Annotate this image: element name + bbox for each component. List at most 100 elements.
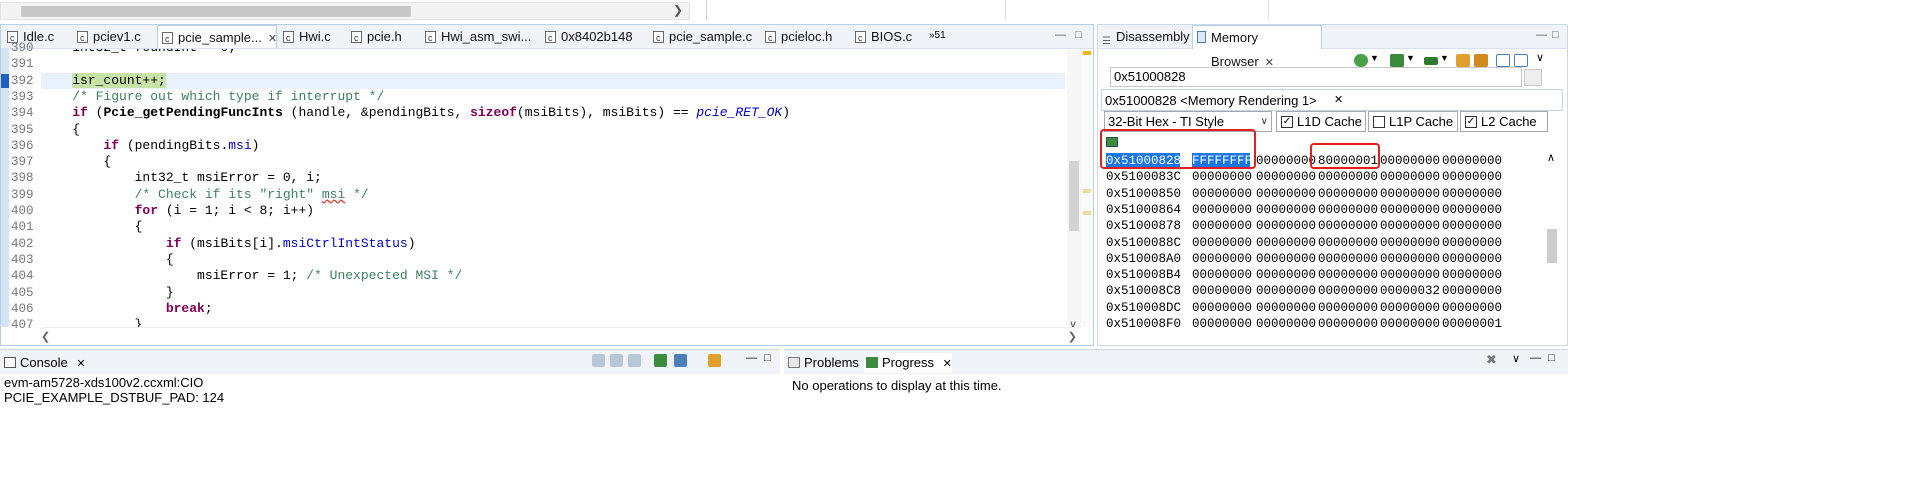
memory-value[interactable]: 00000000 xyxy=(1192,218,1254,234)
memory-value[interactable]: 00000000 xyxy=(1192,169,1254,185)
memory-value[interactable]: 00000000 xyxy=(1256,283,1318,299)
editor-tab[interactable]: pcie.h xyxy=(347,25,417,48)
memory-value[interactable]: 00000000 xyxy=(1380,153,1442,169)
tab-memory-browser[interactable]: Memory Browser ✕ xyxy=(1192,25,1322,69)
overview-mark[interactable] xyxy=(1083,211,1091,215)
memory-value[interactable]: 00000000 xyxy=(1318,316,1380,332)
memory-address[interactable]: 0x5100088C xyxy=(1106,235,1186,251)
clear-console-icon[interactable] xyxy=(592,354,605,367)
memory-value[interactable]: 00000000 xyxy=(1192,186,1254,202)
memory-address[interactable]: 0x51000864 xyxy=(1106,202,1186,218)
memory-value[interactable]: 00000000 xyxy=(1192,283,1254,299)
memory-value[interactable]: 00000001 xyxy=(1442,316,1504,332)
editor-tab[interactable]: pcie_sample.c xyxy=(649,25,757,48)
memory-rendering-tab[interactable]: 0x51000828 <Memory Rendering 1> ✕ xyxy=(1101,89,1563,111)
open-console-icon[interactable] xyxy=(708,354,721,367)
memory-value[interactable]: 00000000 xyxy=(1256,153,1318,169)
code-line[interactable]: { xyxy=(41,122,1065,138)
close-icon[interactable]: ✕ xyxy=(268,33,277,45)
memory-value[interactable]: 00000000 xyxy=(1442,267,1504,283)
code-line[interactable]: /* Check if its "right" msi */ xyxy=(41,187,1065,203)
code-line[interactable]: } xyxy=(41,317,1065,327)
memory-value[interactable]: 00000000 xyxy=(1318,186,1380,202)
l1p-cache-checkbox[interactable]: L1P Cache xyxy=(1368,111,1458,132)
memory-value[interactable]: 00000000 xyxy=(1318,267,1380,283)
memory-value[interactable]: 00000000 xyxy=(1192,251,1254,267)
memory-value[interactable]: 00000000 xyxy=(1318,283,1380,299)
code-line[interactable]: { xyxy=(41,219,1065,235)
editor-tab[interactable]: BIOS.c xyxy=(851,25,927,48)
memory-address-input[interactable]: 0x51000828 xyxy=(1110,67,1522,87)
editor-tab[interactable]: Hwi.c xyxy=(279,25,343,48)
display-console-icon[interactable] xyxy=(674,354,687,367)
memory-value[interactable]: 00000000 xyxy=(1256,316,1318,332)
memory-value[interactable]: 00000000 xyxy=(1256,218,1318,234)
editor-tab[interactable]: pcieloc.h xyxy=(761,25,847,48)
current-code-line[interactable]: isr_count++; xyxy=(41,72,1065,89)
editor-tab[interactable]: 0x8402b148 xyxy=(541,25,645,48)
view-menu-icon[interactable]: ∨ xyxy=(1536,51,1544,64)
pin-console-icon[interactable] xyxy=(654,354,667,367)
code-line[interactable]: /* Figure out which type if interrupt */ xyxy=(41,89,1065,105)
memory-address[interactable]: 0x51000850 xyxy=(1106,186,1186,202)
memory-value[interactable]: 00000000 xyxy=(1380,202,1442,218)
memory-value[interactable]: 00000000 xyxy=(1318,251,1380,267)
scroll-right-icon[interactable]: ❯ xyxy=(1068,330,1077,343)
close-icon[interactable]: ✕ xyxy=(943,358,952,370)
memory-address[interactable]: 0x5100083C xyxy=(1106,169,1186,185)
memory-value[interactable]: 00000000 xyxy=(1442,202,1504,218)
editor-tab[interactable]: Hwi_asm_swi... xyxy=(421,25,537,48)
memory-value[interactable]: 00000000 xyxy=(1442,186,1504,202)
memory-value[interactable]: 00000000 xyxy=(1442,235,1504,251)
memory-address[interactable]: 0x510008C8 xyxy=(1106,283,1186,299)
l1d-cache-checkbox[interactable]: ✓ L1D Cache xyxy=(1276,111,1366,132)
tab-progress[interactable]: Progress ✕ xyxy=(864,353,952,373)
minimize-icon[interactable]: — xyxy=(1536,29,1547,41)
memory-value[interactable]: 00000000 xyxy=(1192,235,1254,251)
dropdown-icon[interactable]: ▼ xyxy=(1370,53,1379,63)
code-line[interactable]: for (i = 1; i < 8; i++) xyxy=(41,203,1065,219)
memory-value[interactable]: 00000000 xyxy=(1256,169,1318,185)
memory-value[interactable]: 00000000 xyxy=(1256,267,1318,283)
memory-value[interactable]: 00000000 xyxy=(1380,251,1442,267)
memory-value[interactable]: 00000000 xyxy=(1256,186,1318,202)
code-line[interactable]: int32_t foundInt = 0; xyxy=(41,49,1065,56)
refresh-icon[interactable] xyxy=(1354,54,1368,67)
tab-disassembly[interactable]: ☰ Disassembly xyxy=(1098,25,1190,49)
scroll-thumb[interactable] xyxy=(21,6,411,17)
code-area[interactable]: int32_t foundInt = 0; isr_count++; /* Fi… xyxy=(41,49,1065,327)
memory-value[interactable]: 00000000 xyxy=(1256,251,1318,267)
tab-overflow-indicator[interactable]: »51 xyxy=(929,25,946,47)
minimize-icon[interactable]: — xyxy=(1530,352,1541,364)
memory-value[interactable]: 00000000 xyxy=(1192,300,1254,316)
tab-problems[interactable]: Problems xyxy=(786,353,859,373)
memory-value[interactable]: 00000000 xyxy=(1318,202,1380,218)
memory-value[interactable]: 00000000 xyxy=(1380,267,1442,283)
overview-mark[interactable] xyxy=(1083,189,1091,193)
memory-address[interactable]: 0x510008B4 xyxy=(1106,267,1186,283)
code-line[interactable]: } xyxy=(41,285,1065,301)
memory-chip-icon[interactable] xyxy=(1424,57,1438,65)
editor-tab[interactable]: pcie_sample... ✕ xyxy=(157,25,277,48)
memory-address[interactable]: 0x510008F0 xyxy=(1106,316,1186,332)
memory-value[interactable]: 00000000 xyxy=(1380,169,1442,185)
memory-value[interactable]: 00000000 xyxy=(1318,218,1380,234)
scroll-up-icon[interactable]: ∧ xyxy=(1547,151,1555,164)
code-line[interactable]: if (Pcie_getPendingFuncInts (handle, &pe… xyxy=(41,105,1065,121)
memory-value[interactable]: 00000000 xyxy=(1380,300,1442,316)
memory-value[interactable]: 00000032 xyxy=(1380,283,1442,299)
memory-value[interactable]: 00000000 xyxy=(1192,316,1254,332)
code-line[interactable]: if (msiBits[i].msiCtrlIntStatus) xyxy=(41,236,1065,252)
code-line[interactable]: if (pendingBits.msi) xyxy=(41,138,1065,154)
memory-value[interactable]: 00000000 xyxy=(1442,300,1504,316)
scroll-lock-icon[interactable] xyxy=(610,354,623,367)
dropdown-icon[interactable]: ▼ xyxy=(1406,53,1415,63)
memory-value[interactable]: 00000000 xyxy=(1256,300,1318,316)
maximize-icon[interactable]: □ xyxy=(1552,29,1559,41)
export-icon[interactable] xyxy=(1474,54,1488,67)
maximize-icon[interactable]: □ xyxy=(764,352,771,364)
memory-value[interactable]: 00000000 xyxy=(1442,218,1504,234)
memory-value[interactable]: 00000000 xyxy=(1380,235,1442,251)
top-horizontal-scrollbar[interactable]: ❯ xyxy=(0,2,690,20)
memory-value[interactable]: 00000000 xyxy=(1380,218,1442,234)
